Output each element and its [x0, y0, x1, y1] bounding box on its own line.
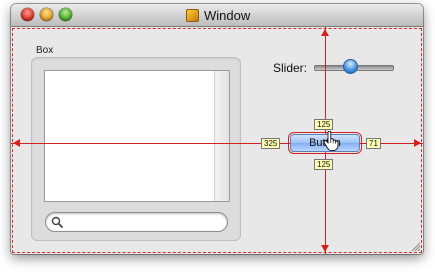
guide-arrow-down-icon	[321, 245, 329, 252]
group-box	[31, 57, 241, 241]
horizontal-guide	[11, 143, 423, 144]
box-label: Box	[36, 45, 54, 56]
list-view[interactable]	[44, 70, 230, 202]
window-content: Box Slider: 125 125 325 71	[11, 27, 423, 254]
search-icon	[51, 216, 63, 228]
hand-cursor-icon	[323, 131, 339, 151]
minimize-button[interactable]	[40, 8, 53, 21]
guide-arrow-up-icon	[321, 29, 329, 36]
window-title-wrap: Window	[186, 7, 250, 23]
measure-left: 325	[261, 138, 281, 149]
window-title: Window	[204, 7, 251, 23]
slider-label: Slider:	[273, 61, 308, 75]
app-icon	[186, 8, 199, 22]
measure-bottom: 125	[314, 159, 334, 170]
titlebar[interactable]: Window	[11, 4, 423, 27]
search-field[interactable]	[45, 212, 228, 232]
zoom-button[interactable]	[59, 8, 72, 21]
resize-grip-icon[interactable]	[409, 240, 421, 252]
slider-knob[interactable]	[343, 59, 358, 74]
window: Window Box Slider: 125 125 325 71	[11, 4, 423, 254]
list-scrollbar[interactable]	[214, 71, 229, 201]
measure-top: 125	[314, 119, 334, 130]
guide-arrow-right-icon	[414, 139, 421, 147]
measure-right: 71	[366, 138, 381, 149]
close-button[interactable]	[21, 8, 34, 21]
stage: Window Box Slider: 125 125 325 71	[0, 0, 435, 275]
guide-arrow-left-icon	[13, 139, 20, 147]
